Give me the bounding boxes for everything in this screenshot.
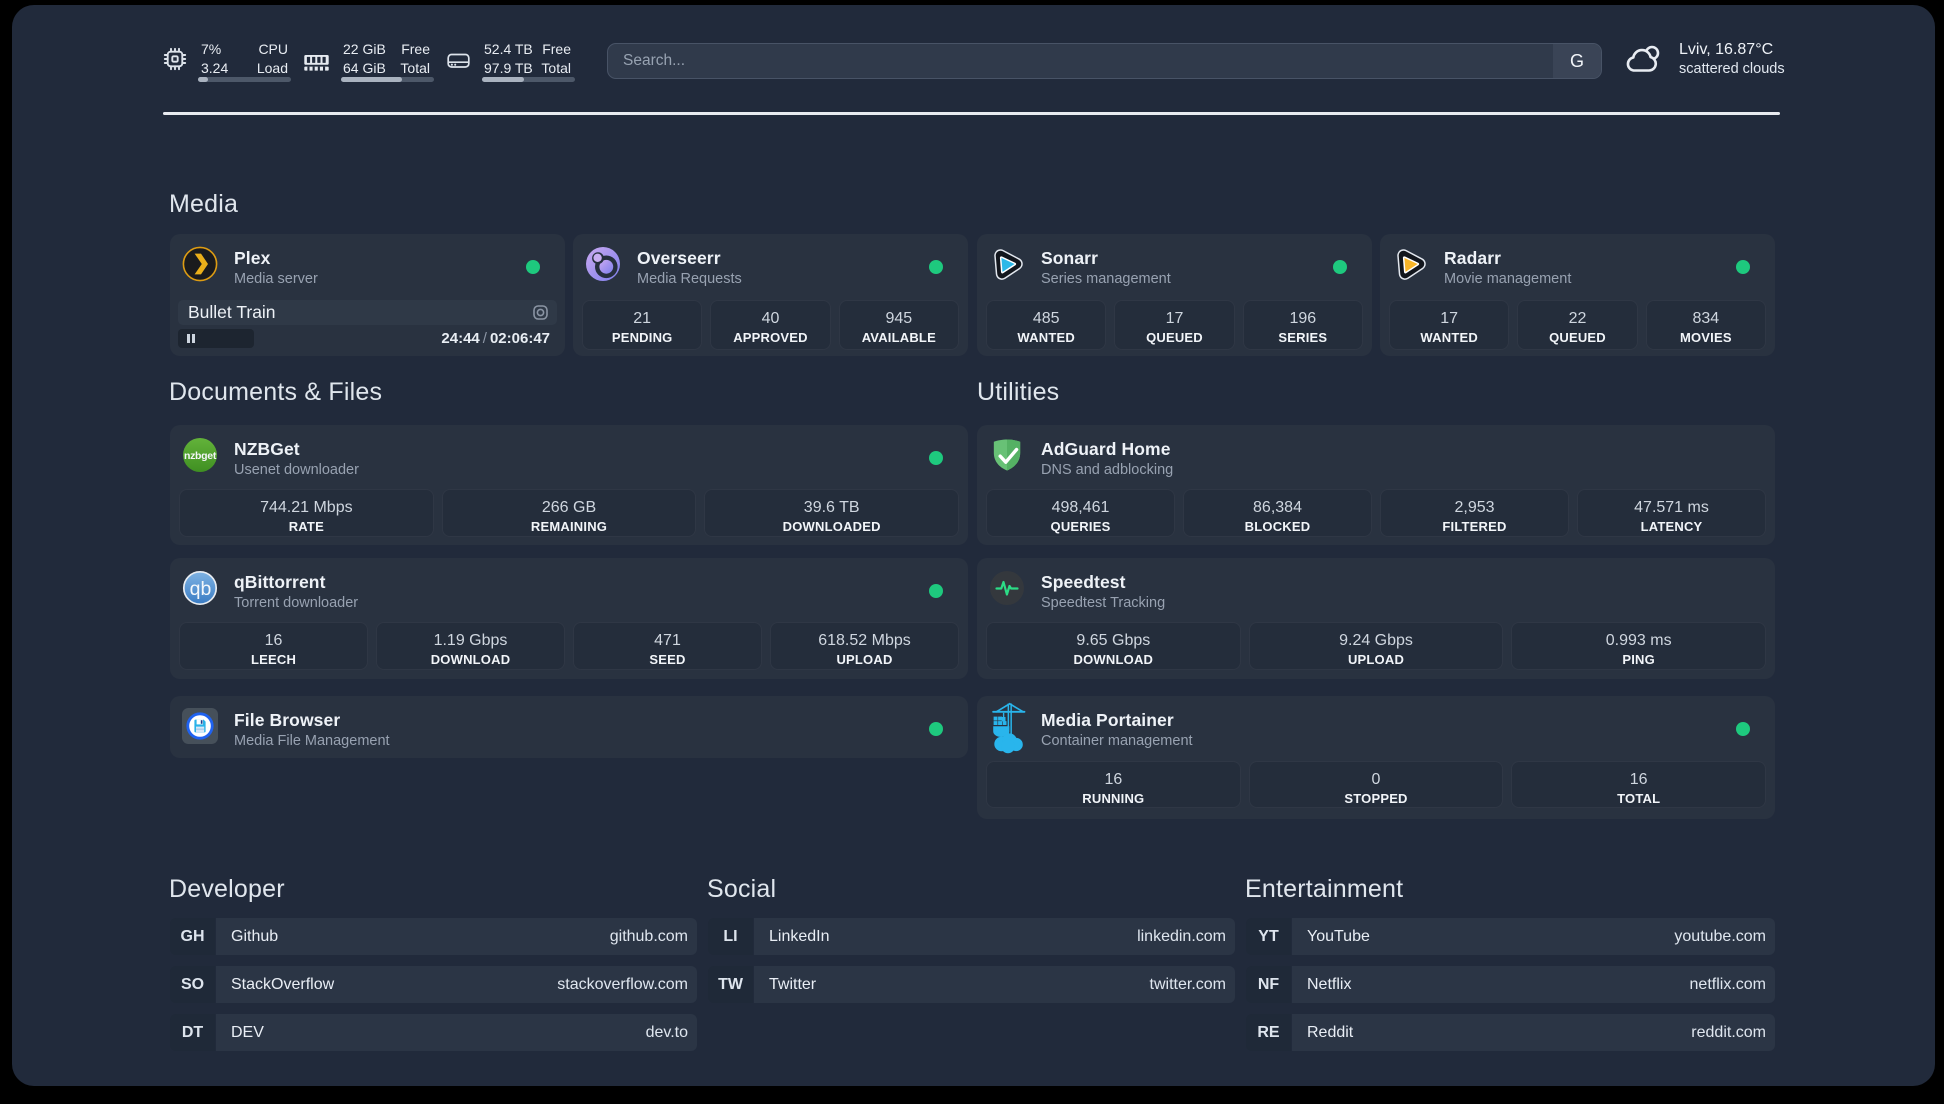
svg-text:qb: qb [190, 578, 212, 600]
svg-text:nzbget: nzbget [184, 450, 217, 462]
